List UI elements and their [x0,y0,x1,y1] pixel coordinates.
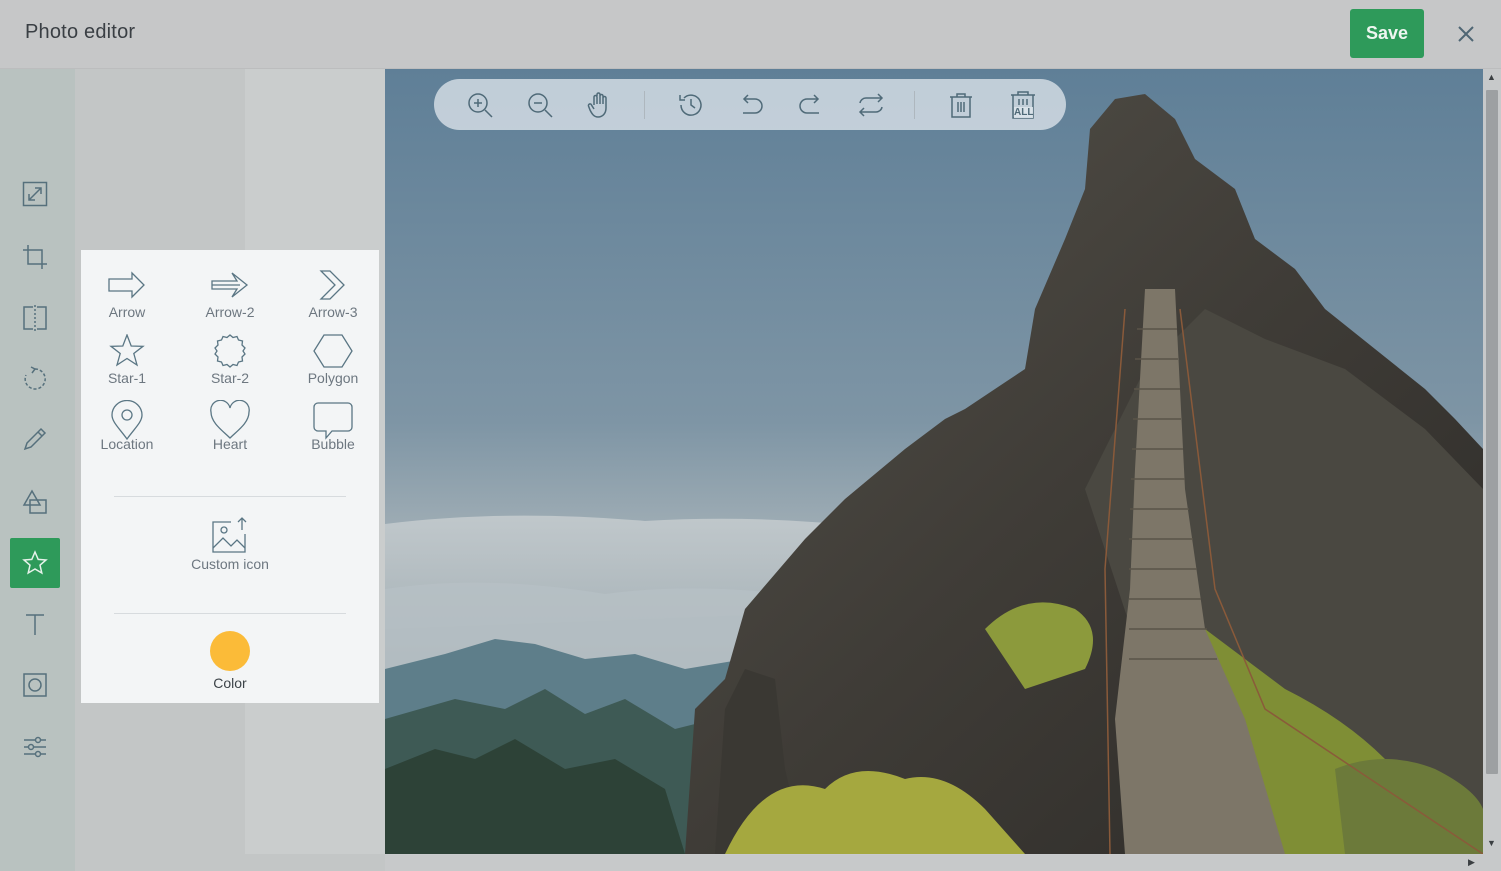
shape-icon [22,489,47,514]
toolbar-separator [644,91,645,119]
zoom-in-button[interactable] [465,90,495,120]
shape-label: Heart [212,436,248,452]
sidebar-item-text[interactable] [10,599,60,649]
draw-icon [23,427,47,451]
trash-icon [950,93,972,118]
zoom-in-icon [468,93,493,118]
image-canvas[interactable] [385,69,1483,854]
sidebar-item-mask[interactable] [10,660,60,710]
close-icon [1458,26,1474,42]
shape-label: Bubble [311,436,355,452]
panel-divider [114,613,346,614]
star-2-icon [214,334,246,368]
color-picker[interactable]: Color [180,631,280,693]
sidebar-item-crop[interactable] [10,232,60,282]
sidebar-item-draw[interactable] [10,414,60,464]
star-1-icon [109,334,145,367]
mountain-photo [385,69,1483,854]
arrow-icon [108,271,145,299]
color-label: Color [213,675,247,691]
arrow-2-icon [211,272,249,298]
toolbar-separator [914,91,915,119]
mask-icon [23,673,47,697]
shape-bubble[interactable]: Bubble [283,400,383,464]
redo-button[interactable] [796,90,826,120]
location-icon [111,400,143,440]
hand-icon [587,92,607,118]
save-button[interactable]: Save [1350,9,1424,58]
shape-arrow[interactable]: Arrow [77,268,177,332]
reset-icon [858,93,884,117]
canvas-toolbar: ALL [434,79,1066,130]
sidebar-item-shape[interactable] [10,477,60,527]
rotate-icon [24,366,46,390]
shape-arrow-3[interactable]: Arrow-3 [283,268,383,332]
filter-icon [24,736,46,758]
shape-label: Arrow [108,304,146,320]
scroll-right-icon[interactable]: ▶ [1468,857,1475,868]
close-button[interactable] [1452,20,1480,48]
sidebar-item-filter[interactable] [10,722,60,772]
sidebar-item-icon[interactable] [10,538,60,588]
delete-button[interactable] [946,90,976,120]
zoom-out-button[interactable] [525,90,555,120]
shape-star-1[interactable]: Star-1 [77,334,177,398]
scroll-up-icon[interactable]: ▲ [1487,72,1496,82]
star-icon [22,550,48,575]
zoom-out-icon [528,93,553,118]
undo-button[interactable] [736,90,766,120]
flip-icon [23,305,47,331]
shape-arrow-2[interactable]: Arrow-2 [180,268,280,332]
history-icon [679,94,702,116]
sidebar-item-flip[interactable] [10,293,60,343]
custom-icon-upload[interactable]: Custom icon [180,516,280,584]
delete-all-label: ALL [1014,107,1034,118]
scroll-down-icon[interactable]: ▼ [1487,838,1496,848]
shape-label: Arrow-3 [308,304,358,320]
shape-label: Polygon [307,370,359,386]
custom-icon-label: Custom icon [191,556,269,572]
polygon-icon [313,334,353,368]
arrow-3-icon [319,270,345,300]
text-icon [26,614,44,635]
undo-icon [742,94,763,114]
shape-label: Star-1 [107,370,147,386]
image-upload-icon [212,517,247,553]
vertical-scroll-thumb[interactable] [1486,90,1498,774]
sidebar-item-rotate[interactable] [10,354,60,404]
icon-options-panel: Arrow Arrow-2 Arrow-3 Star-1 Star-2 Poly… [81,250,379,703]
shape-polygon[interactable]: Polygon [283,334,383,398]
horizontal-scrollbar[interactable] [385,855,1501,871]
sidebar-item-resize[interactable] [10,169,60,219]
shape-label: Star-2 [210,370,250,386]
header-bar: Photo editor Save [0,0,1501,69]
heart-icon [210,400,250,439]
shape-location[interactable]: Location [77,400,177,464]
panel-divider [114,496,346,497]
resize-icon [22,181,48,207]
tool-sidebar [0,69,75,871]
app-title: Photo editor [25,21,136,43]
delete-all-button[interactable]: ALL [1006,90,1040,120]
color-swatch[interactable] [210,631,250,671]
pan-button[interactable] [585,90,615,120]
shape-star-2[interactable]: Star-2 [180,334,280,398]
crop-icon [23,245,47,269]
redo-icon [799,94,820,114]
shape-label: Location [100,436,154,452]
bubble-icon [313,402,353,440]
shape-heart[interactable]: Heart [180,400,280,464]
history-button[interactable] [676,90,706,120]
shape-label: Arrow-2 [205,304,255,320]
reset-button[interactable] [856,90,886,120]
